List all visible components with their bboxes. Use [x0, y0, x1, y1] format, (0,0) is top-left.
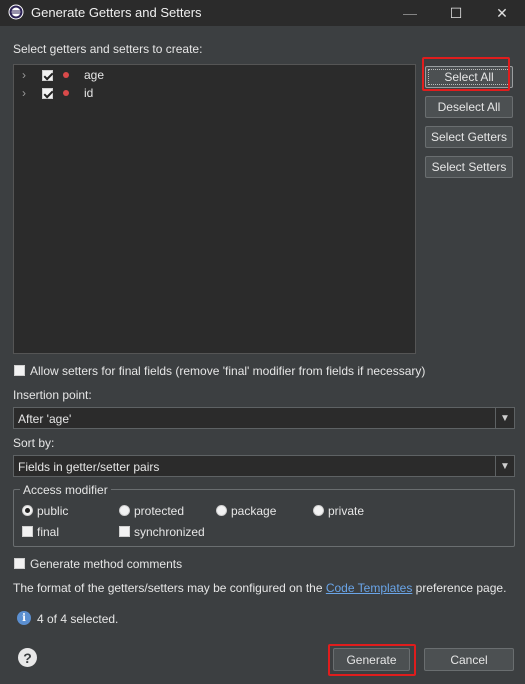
code-templates-link[interactable]: Code Templates	[326, 581, 413, 595]
select-getters-button[interactable]: Select Getters	[425, 126, 513, 148]
eclipse-icon	[8, 4, 24, 20]
format-note-prefix: The format of the getters/setters may be…	[13, 581, 326, 595]
allow-setters-final-label: Allow setters for final fields (remove '…	[30, 364, 426, 378]
generate-comments-checkbox[interactable]	[14, 558, 25, 569]
chevron-right-icon[interactable]: ›	[22, 68, 26, 82]
field-tree[interactable]: › age › id	[13, 64, 416, 354]
radio-protected[interactable]	[119, 505, 130, 516]
access-modifier-title: Access modifier	[20, 483, 111, 497]
synchronized-checkbox[interactable]	[119, 526, 130, 537]
radio-package-label: package	[231, 504, 277, 518]
radio-public-label: public	[37, 504, 69, 518]
tree-item-id[interactable]: › id	[14, 85, 415, 103]
access-modifier-group	[13, 489, 515, 547]
synchronized-label: synchronized	[134, 525, 205, 539]
chevron-down-icon[interactable]: ▼	[495, 456, 514, 476]
minimize-button[interactable]: —	[388, 0, 432, 26]
generate-highlight	[328, 644, 416, 676]
sort-by-select[interactable]: Fields in getter/setter pairs ▼	[13, 455, 515, 477]
field-checkbox-age[interactable]	[42, 70, 53, 81]
sort-by-value: Fields in getter/setter pairs	[18, 460, 160, 474]
maximize-button[interactable]: ☐	[434, 0, 478, 26]
select-all-highlight	[422, 57, 510, 91]
insertion-point-value: After 'age'	[18, 412, 72, 426]
radio-public[interactable]	[22, 505, 33, 516]
sort-by-label: Sort by:	[13, 436, 55, 450]
info-icon: i	[17, 611, 31, 625]
cancel-button[interactable]: Cancel	[424, 648, 514, 671]
insertion-point-label: Insertion point:	[13, 388, 92, 402]
field-name-id: id	[84, 86, 94, 100]
radio-private-label: private	[328, 504, 365, 518]
instruction-label: Select getters and setters to create:	[13, 42, 203, 56]
field-name-age: age	[84, 68, 105, 82]
selection-status: 4 of 4 selected.	[37, 612, 119, 626]
final-label: final	[37, 525, 60, 539]
final-checkbox[interactable]	[22, 526, 33, 537]
chevron-down-icon[interactable]: ▼	[495, 408, 514, 428]
chevron-right-icon[interactable]: ›	[22, 86, 26, 100]
private-field-icon	[63, 72, 69, 78]
field-checkbox-id[interactable]	[42, 88, 53, 99]
radio-protected-label: protected	[134, 504, 185, 518]
deselect-all-button[interactable]: Deselect All	[425, 96, 513, 118]
radio-package[interactable]	[216, 505, 227, 516]
private-field-icon	[63, 90, 69, 96]
radio-private[interactable]	[313, 505, 324, 516]
select-setters-button[interactable]: Select Setters	[425, 156, 513, 178]
format-note: The format of the getters/setters may be…	[13, 581, 506, 595]
format-note-suffix: preference page.	[412, 581, 507, 595]
insertion-point-select[interactable]: After 'age' ▼	[13, 407, 515, 429]
window-title: Generate Getters and Setters	[31, 5, 202, 20]
tree-item-age[interactable]: › age	[14, 67, 415, 85]
allow-setters-final-checkbox[interactable]	[14, 365, 25, 376]
help-icon[interactable]: ?	[18, 648, 37, 667]
generate-comments-label: Generate method comments	[30, 557, 183, 571]
close-button[interactable]: ✕	[480, 0, 524, 26]
